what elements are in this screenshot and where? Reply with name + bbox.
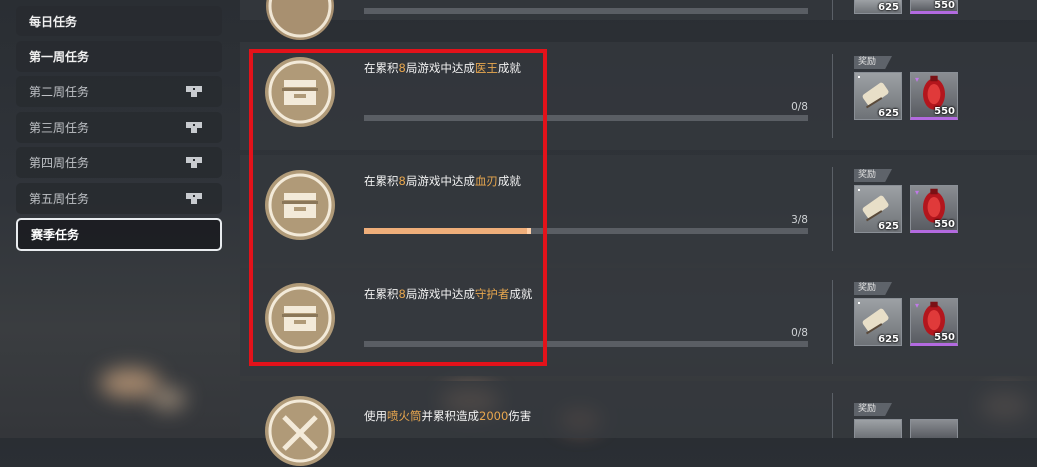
background-light-glow — [150, 388, 186, 410]
row-divider — [832, 0, 833, 20]
rarity-dot-icon — [858, 189, 860, 191]
progress-count: 0/8 — [791, 327, 808, 339]
reward-amount: 625 — [878, 108, 899, 119]
sidebar-item-week3[interactable]: 第三周任务 — [16, 111, 222, 143]
reward-item-scroll[interactable] — [854, 419, 902, 438]
sidebar-item-daily[interactable]: 每日任务 — [16, 6, 222, 36]
rarity-dot-icon — [858, 76, 860, 78]
sidebar-item-label: 第二周任务 — [29, 85, 90, 99]
task-description: 使用喷火筒并累积造成2000伤害 — [364, 409, 532, 423]
lock-icon — [186, 192, 202, 204]
reward-amount: 625 — [878, 221, 899, 232]
reward-label: 奖励 — [854, 169, 892, 182]
reward-item-scroll[interactable]: 625 — [854, 0, 902, 14]
crossed-swords-icon — [265, 396, 335, 466]
reward-item-relic[interactable]: 550 — [910, 0, 958, 14]
reward-amount: 550 — [934, 106, 955, 117]
sidebar-item-label: 每日任务 — [29, 14, 78, 29]
reward-amount: 550 — [934, 0, 955, 11]
sidebar-item-week5[interactable]: 第五周任务 — [16, 182, 222, 214]
sidebar-item-label: 第三周任务 — [29, 120, 90, 135]
sidebar-item-label: 赛季任务 — [31, 228, 80, 242]
reward-amount: 550 — [934, 332, 955, 343]
sidebar-item-label: 第一周任务 — [29, 49, 90, 64]
sidebar-item-week4[interactable]: 第四周任务 — [16, 147, 222, 178]
reward-item-scroll[interactable]: 625 — [854, 72, 902, 120]
sidebar-item-label: 第五周任务 — [29, 191, 90, 206]
task-row-partial: 625 550 — [240, 0, 1037, 40]
rarity-dot-icon — [858, 302, 860, 304]
reward-amount: 625 — [878, 334, 899, 345]
reward-label: 奖励 — [854, 282, 892, 295]
reward-amount: 550 — [934, 219, 955, 230]
sidebar-item-label: 第四周任务 — [29, 156, 90, 170]
lock-icon — [186, 157, 202, 168]
row-divider — [832, 393, 833, 438]
reward-label: 奖励 — [854, 56, 892, 69]
reward-item-relic[interactable]: ▾ 550 — [910, 72, 958, 120]
row-divider — [832, 54, 833, 138]
progress-bar — [364, 8, 808, 14]
sidebar-item-week1[interactable]: 第一周任务 — [16, 40, 222, 72]
rarity-icon: ▾ — [915, 75, 920, 84]
rarity-icon: ▾ — [915, 301, 920, 310]
lock-icon — [186, 121, 202, 133]
progress-count: 0/8 — [791, 101, 808, 113]
sidebar-item-season[interactable]: 赛季任务 — [16, 218, 222, 251]
rarity-icon: ▾ — [915, 188, 920, 197]
reward-amount: 625 — [878, 2, 899, 13]
progress-count: 3/8 — [791, 214, 808, 226]
sidebar-item-week2[interactable]: 第二周任务 — [16, 76, 222, 107]
reward-item-relic[interactable]: ▾ 550 — [910, 298, 958, 346]
lock-icon — [186, 86, 202, 97]
medal-icon — [266, 0, 334, 40]
reward-item-relic[interactable]: ▾ 550 — [910, 185, 958, 233]
task-category-sidebar: 每日任务 第一周任务 第二周任务 第三周任务 第四周任务 第五周任务 赛季任务 — [16, 6, 222, 256]
task-row: 使用喷火筒并累积造成2000伤害 奖励 — [240, 381, 1037, 466]
reward-item-scroll[interactable]: 625 — [854, 185, 902, 233]
reward-item-scroll[interactable]: 625 — [854, 298, 902, 346]
row-divider — [832, 167, 833, 251]
row-divider — [832, 280, 833, 364]
reward-item-relic[interactable] — [910, 419, 958, 438]
annotation-highlight-box — [249, 49, 547, 366]
reward-label: 奖励 — [854, 403, 892, 416]
